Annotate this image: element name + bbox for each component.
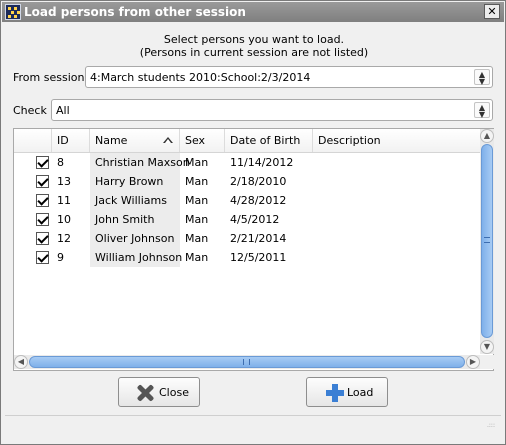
sort-ascending-icon xyxy=(163,137,173,143)
table-row[interactable]: 11 Jack Williams Man 4/28/2012 xyxy=(14,191,480,210)
cell-sex: Man xyxy=(185,232,209,245)
cell-name: William Johnson xyxy=(90,248,182,267)
column-check[interactable] xyxy=(14,129,52,152)
chevron-updown-icon: ▲ ▼ xyxy=(474,69,490,86)
table-row[interactable]: 9 William Johnson Man 12/5/2011 xyxy=(14,248,480,267)
load-button[interactable]: Load xyxy=(306,377,388,407)
cell-id: 10 xyxy=(57,213,71,226)
column-name[interactable]: Name xyxy=(90,129,180,152)
column-id[interactable]: ID xyxy=(52,129,90,152)
row-checkbox[interactable] xyxy=(36,156,49,169)
plus-icon xyxy=(326,384,344,402)
cell-dob: 2/21/2014 xyxy=(230,232,287,245)
cell-name: John Smith xyxy=(90,210,180,229)
table-row[interactable]: 12 Oliver Johnson Man 2/21/2014 xyxy=(14,229,480,248)
cell-sex: Man xyxy=(185,194,209,207)
cell-id: 13 xyxy=(57,175,71,188)
cell-id: 11 xyxy=(57,194,71,207)
grip-icon xyxy=(484,237,490,243)
horizontal-scroll-thumb[interactable] xyxy=(29,356,465,368)
cell-id: 12 xyxy=(57,232,71,245)
column-sex[interactable]: Sex xyxy=(180,129,225,152)
cell-name: Oliver Johnson xyxy=(90,229,180,248)
app-icon xyxy=(5,4,21,20)
cell-sex: Man xyxy=(185,251,209,264)
cell-sex: Man xyxy=(185,156,209,169)
window-title: Load persons from other session xyxy=(24,5,246,19)
cell-dob: 12/5/2011 xyxy=(230,251,287,264)
cell-id: 9 xyxy=(57,251,64,264)
table-row[interactable]: 8 Christian Maxson Man 11/14/2012 xyxy=(14,153,480,172)
instruction-line-2: (Persons in current session are not list… xyxy=(139,46,369,59)
cell-dob: 11/14/2012 xyxy=(230,156,294,169)
check-label: Check xyxy=(13,104,47,117)
scroll-corner xyxy=(480,355,494,369)
table-row[interactable]: 13 Harry Brown Man 2/18/2010 xyxy=(14,172,480,191)
cell-dob: 4/28/2012 xyxy=(230,194,287,207)
table-header: ID Name Sex Date of Birth Description xyxy=(14,129,480,153)
horizontal-scrollbar[interactable]: ◀ ▶ xyxy=(14,355,480,369)
cell-dob: 4/5/2012 xyxy=(230,213,280,226)
vertical-scroll-thumb[interactable] xyxy=(481,144,493,338)
cell-id: 8 xyxy=(57,156,64,169)
instructions: Select persons you want to load. (Person… xyxy=(1,33,506,59)
cell-sex: Man xyxy=(185,213,209,226)
chevron-updown-icon: ▲ ▼ xyxy=(474,102,490,119)
title-bar[interactable]: Load persons from other session ✕ xyxy=(2,2,504,22)
scroll-right-icon[interactable]: ▶ xyxy=(466,355,480,369)
grip-icon xyxy=(243,359,250,365)
cell-name: Jack Williams xyxy=(90,191,180,210)
check-combo[interactable]: All ▲ ▼ xyxy=(51,99,493,121)
from-session-label: From session xyxy=(13,71,85,84)
column-name-label: Name xyxy=(95,134,128,147)
row-checkbox[interactable] xyxy=(36,232,49,245)
from-session-value: 4:March students 2010:School:2/3/2014 xyxy=(90,71,311,84)
from-session-combo[interactable]: 4:March students 2010:School:2/3/2014 ▲ ▼ xyxy=(85,66,493,88)
close-icon xyxy=(136,384,154,402)
resize-grip-icon[interactable]: .::: xyxy=(487,423,497,434)
scroll-up-icon[interactable]: ▲ xyxy=(480,129,494,143)
cell-description xyxy=(313,229,480,248)
cell-name: Harry Brown xyxy=(90,172,180,191)
cell-description xyxy=(313,172,480,191)
close-window-button[interactable]: ✕ xyxy=(484,4,500,19)
table-row[interactable]: 10 John Smith Man 4/5/2012 xyxy=(14,210,480,229)
cell-description xyxy=(313,248,480,267)
row-checkbox[interactable] xyxy=(36,251,49,264)
scroll-left-icon[interactable]: ◀ xyxy=(14,355,28,369)
cell-description xyxy=(313,153,480,172)
cell-description xyxy=(313,191,480,210)
column-description[interactable]: Description xyxy=(313,129,480,152)
load-persons-dialog: Load persons from other session ✕ Select… xyxy=(0,0,506,445)
bottom-divider xyxy=(5,415,501,416)
cell-sex: Man xyxy=(185,175,209,188)
load-button-label: Load xyxy=(347,386,374,399)
row-checkbox[interactable] xyxy=(36,194,49,207)
cell-name: Christian Maxson xyxy=(90,153,190,172)
check-value: All xyxy=(56,104,70,117)
row-checkbox[interactable] xyxy=(36,175,49,188)
cell-dob: 2/18/2010 xyxy=(230,175,287,188)
column-dob[interactable]: Date of Birth xyxy=(225,129,313,152)
vertical-scrollbar[interactable]: ▲ ▼ xyxy=(480,129,494,354)
instruction-line-1: Select persons you want to load. xyxy=(163,33,345,46)
row-checkbox[interactable] xyxy=(36,213,49,226)
close-button-label: Close xyxy=(159,386,189,399)
scroll-down-icon[interactable]: ▼ xyxy=(480,340,494,354)
close-button[interactable]: Close xyxy=(118,377,200,407)
cell-description xyxy=(313,210,480,229)
persons-table: ID Name Sex Date of Birth Description 8 … xyxy=(13,128,494,371)
